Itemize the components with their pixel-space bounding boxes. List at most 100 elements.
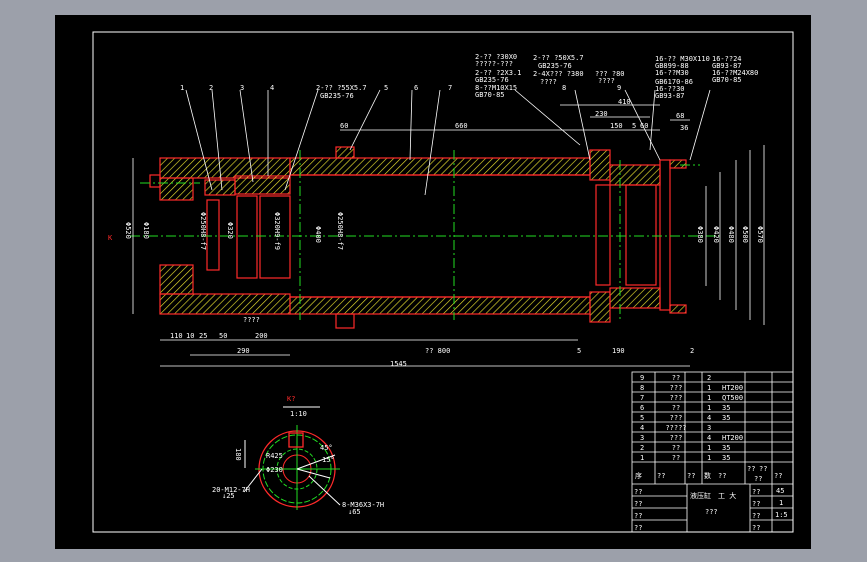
dim-text: 150 [610,122,623,130]
header-material: ?? [718,472,726,480]
bom-qty: 1 [707,384,711,392]
dim-text: ?? 800 [425,347,450,355]
dim-text: 60 [340,122,348,130]
drawing-name: 液压缸 [690,491,711,500]
dim-text: 60 [640,122,648,130]
part-label-7: 7 [448,84,452,92]
dim-text: Φ320H9-f9 [273,212,281,250]
header-note: ?? [774,472,782,480]
dim-text: Φ500 [741,226,749,243]
bom-qty: 1 [707,444,711,452]
callout-line: 2-?? ?50X5.7 [533,54,584,62]
detail-scale: 1:10 [290,410,307,418]
header-qty: 数 [704,471,711,480]
bom-no: 4 [640,424,644,432]
parts-list-header: 序 ?? ?? 数 ?? ?? ?? ?? ?? [635,465,782,483]
callout-line: 2-?? ?55X5.7 [316,84,367,92]
tb-value: 1:5 [775,511,788,519]
dim-text: Φ320 [226,222,234,239]
dim-text: 2 [690,347,694,355]
dim-text: 10 [186,332,194,340]
dim-text: 5 [577,347,581,355]
bom-qty: 1 [707,454,711,462]
dim-text: 50 [219,332,227,340]
callout-line: ???? [598,77,615,85]
callout-line: GB70-85 [712,76,742,84]
dim-text: Φ250H8-f7 [336,212,344,250]
dim-text: 660 [455,122,468,130]
tb-label: ?? [752,512,760,520]
bom-mat: HT200 [722,384,743,392]
bom-name: ??? [670,434,683,442]
bom-qty: 2 [707,374,711,382]
dim-text: 410 [618,98,631,106]
tb-sub: ??? [705,508,718,516]
callout-line: GB70-85 [475,91,505,99]
bom-name: ??? [670,394,683,402]
part-label-4: 4 [270,84,274,92]
bom-mat: 35 [722,414,730,422]
dim-text: Φ520 [124,222,132,239]
dim-text: ↓25 [222,492,235,500]
part-label-8: 8 [562,84,566,92]
bom-no: 6 [640,404,644,412]
dim-text: ↓65 [348,508,361,516]
callout-line: 16-??M30 [655,69,689,77]
bom-no: 5 [640,414,644,422]
header-weight: ?? [747,465,755,473]
bom-name: ?? [672,404,680,412]
bom-name: ????? [665,424,686,432]
bom-mat: 35 [722,454,730,462]
header-no: 序 [635,471,642,480]
dim-text: ???? [243,316,260,324]
bom-mat: 35 [722,444,730,452]
bom-mat: HT200 [722,434,743,442]
bom-name: ??? [670,414,683,422]
tb-label: ?? [752,500,760,508]
bom-mat: QT500 [722,394,743,402]
dim-text: 190 [612,347,625,355]
view-k-label: K [108,234,113,242]
dim-text: Φ480 [727,226,735,243]
part-label-5: 5 [384,84,388,92]
callout-line: GB93-87 [655,92,685,100]
dim-text: 15° [322,456,335,464]
dim-text: Φ420 [712,226,720,243]
bom-no: 9 [640,374,644,382]
tb-label: ?? [634,488,642,496]
dim-text: 200 [255,332,268,340]
dim-text: Φ380 [696,226,704,243]
callouts: 2-?? ?55X5.7 GB235-76 2-?? ?30X0 ?????-?… [316,53,758,100]
header-code: ?? [657,472,665,480]
bom-qty: 3 [707,424,711,432]
dim-text: 68 [676,112,684,120]
dim-text: 110 [170,332,183,340]
bom-name: ?? [672,374,680,382]
bom-no: 7 [640,394,644,402]
bom-name: ?? [672,444,680,452]
tb-label: ?? [752,488,760,496]
bom-qty: 1 [707,394,711,402]
dim-text: 25 [199,332,207,340]
header-weight: ?? [759,465,767,473]
dim-text: 5 [632,122,636,130]
part-label-1: 1 [180,84,184,92]
bom-no: 2 [640,444,644,452]
dim-text: 36 [680,124,688,132]
tb-value: 45 [776,487,784,495]
bom-name: ?? [672,454,680,462]
part-label-6: 6 [414,84,418,92]
bom-qty: 4 [707,434,711,442]
drawing-border [92,31,794,533]
detail-title: K? [287,395,295,403]
dim-text: 180 [234,448,242,461]
tb-label: ?? [752,524,760,532]
callout-line: GB235-76 [475,76,509,84]
header-name: ?? [687,472,695,480]
part-label-9: 9 [617,84,621,92]
dim-text: R425 [266,452,283,460]
tb-label: ?? [634,500,642,508]
callout-line: GB235-76 [538,62,572,70]
parts-list-rows: 9?? 2 8??? 1 HT200 7??? 1 QT500 6?? 1 35 5??? 4 35 4??… [640,374,743,462]
dim-text: Φ230 [266,466,283,474]
